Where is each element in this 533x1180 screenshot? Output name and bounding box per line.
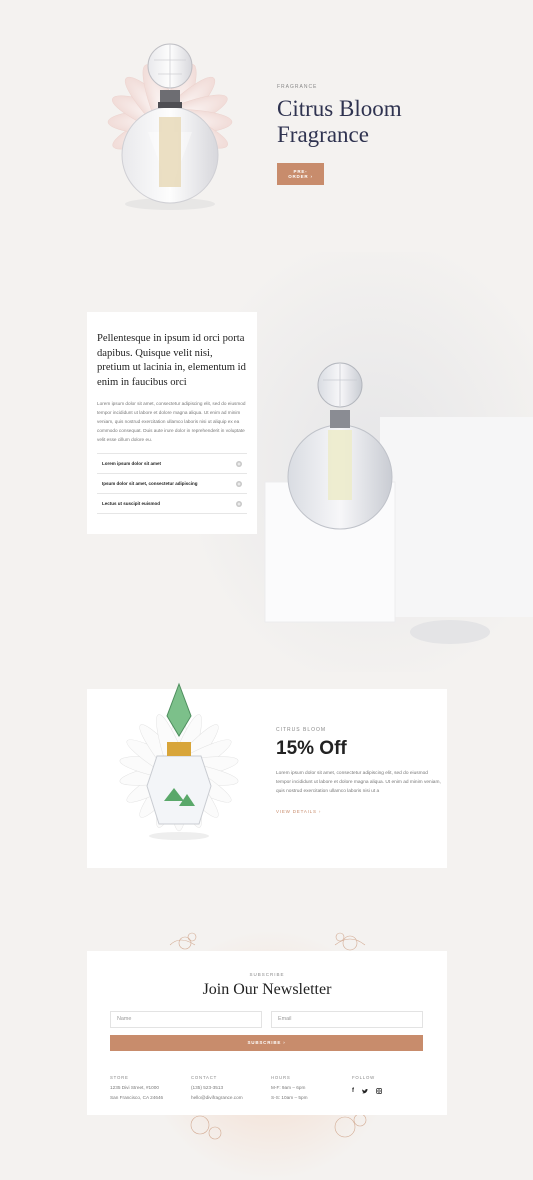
hours-details: M-F: 9am – 6pm S-S: 10am – 5pm [271,1083,307,1103]
hero-perfume-image [107,43,233,210]
hero-eyebrow: FRAGRANCE [277,84,318,90]
store-details: 1235 Divi Street, #1000 San Francisco, C… [110,1083,163,1103]
footer-follow: FOLLOW f [352,1075,382,1094]
facebook-icon[interactable]: f [352,1088,354,1094]
newsletter-eyebrow: SUBSCRIBE [249,972,285,977]
plus-icon [236,460,242,467]
view-details-link[interactable]: VIEW DETAILS › [276,809,441,814]
hours-weekend: S-S: 10am – 5pm [271,1094,308,1100]
hero-title: Citrus Bloom Fragrance [277,96,517,149]
about-card: Pellentesque in ipsum id orci porta dapi… [87,312,257,534]
accordion-item-label: Lectus ut suscipit euismod [102,501,161,507]
promo-eyebrow: CITRUS BLOOM [276,727,327,733]
about-body: Lorem ipsum dolor sit amet, consectetur … [97,401,246,443]
contact-phone[interactable]: (135) 523-3513 [191,1083,243,1093]
social-links: f [352,1088,382,1094]
hours-weekday: M-F: 9am – 6pm [271,1085,306,1090]
footer-store: STORE 1235 Divi Street, #1000 San Franci… [110,1075,163,1103]
instagram-icon[interactable] [376,1088,382,1094]
follow-heading: FOLLOW [352,1075,375,1080]
subscribe-button[interactable]: SUBSCRIBE › [110,1035,423,1051]
footer-contact: CONTACT (135) 523-3513 hello@divifragran… [191,1075,243,1103]
contact-details: (135) 523-3513 hello@divifragrance.com [191,1083,243,1103]
hours-heading: HOURS [271,1075,291,1080]
accordion-item[interactable]: Lectus ut suscipit euismod [97,494,247,515]
store-address-line1: 1235 Divi Street, #1000 [110,1085,159,1090]
newsletter-title: Join Our Newsletter [202,981,332,998]
footer-hours: HOURS M-F: 9am – 6pm S-S: 10am – 5pm [271,1075,307,1103]
hero-title-line2: Fragrance [277,122,369,148]
accordion-item-label: Lorem ipsum dolor sit amet [102,461,162,467]
accordion-item[interactable]: Ipsum dolor sit amet, consectetur adipis… [97,474,247,495]
newsletter-card: SUBSCRIBE Join Our Newsletter Name Email… [87,951,447,1115]
accordion-item-label: Ipsum dolor sit amet, consectetur adipis… [102,481,198,487]
name-field[interactable]: Name [110,1011,262,1028]
store-address-line2: San Francisco, CA 24646 [110,1094,164,1100]
store-heading: STORE [110,1075,129,1080]
promo-card: CITRUS BLOOM 15% Off Lorem ipsum dolor s… [87,682,447,868]
promo-text: CITRUS BLOOM 15% Off Lorem ipsum dolor s… [276,727,441,814]
accordion-item[interactable]: Lorem ipsum dolor sit amet [97,454,247,475]
promo-perfume-image [119,682,239,840]
promo-title: 15% Off [276,738,347,759]
plus-icon [236,480,242,487]
email-field[interactable]: Email [271,1011,423,1028]
contact-email[interactable]: hello@divifragrance.com [191,1093,243,1103]
plus-icon [236,500,242,507]
accordion: Lorem ipsum dolor sit amet Ipsum dolor s… [97,453,247,515]
twitter-icon[interactable] [362,1088,368,1094]
hero-title-line1: Citrus Bloom [277,96,402,121]
hero-text: FRAGRANCE Citrus Bloom Fragrance PRE-ORD… [277,84,517,185]
promo-body: Lorem ipsum dolor sit amet, consectetur … [276,771,441,794]
contact-heading: CONTACT [191,1075,218,1080]
about-title: Pellentesque in ipsum id orci porta dapi… [97,333,246,388]
pre-order-button[interactable]: PRE-ORDER › [277,162,324,185]
